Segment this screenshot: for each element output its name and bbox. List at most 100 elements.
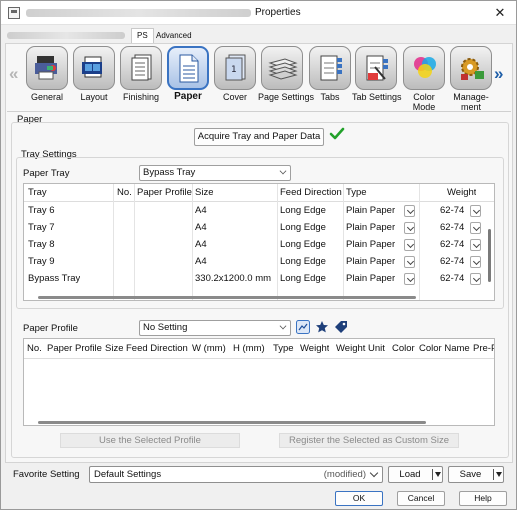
help-button[interactable]: Help — [459, 491, 507, 506]
column-header-color-name[interactable]: Color Name — [419, 341, 470, 357]
favorite-setting-select[interactable]: Default Settings (modified) — [89, 466, 383, 483]
cell-type[interactable]: Plain Paper — [346, 220, 395, 236]
paper-tray-value: Bypass Tray — [143, 167, 196, 178]
cell-tray[interactable]: Tray 9 — [28, 254, 55, 270]
column-header-feed-direction[interactable]: Feed Direction — [126, 341, 188, 357]
star-icon[interactable] — [315, 320, 329, 334]
cell-type[interactable]: Plain Paper — [346, 271, 395, 287]
type-dropdown-icon[interactable] — [404, 273, 415, 285]
paper-tray-label: Paper Tray — [23, 168, 70, 179]
scroll-left-icon[interactable]: « — [9, 64, 18, 84]
type-dropdown-icon[interactable] — [404, 222, 415, 234]
vertical-scrollbar[interactable] — [488, 229, 491, 282]
column-divider — [134, 184, 135, 300]
column-divider — [343, 184, 344, 300]
tab-advanced[interactable]: Advanced — [150, 28, 198, 43]
dropdown-triangle-icon[interactable] — [496, 472, 502, 477]
horizontal-scrollbar[interactable] — [38, 296, 416, 299]
cell-weight[interactable]: 62-74 — [440, 203, 464, 219]
scroll-right-icon[interactable]: » — [494, 64, 503, 84]
horizontal-scrollbar[interactable] — [38, 421, 426, 424]
redacted-tab[interactable] — [7, 32, 125, 39]
load-button[interactable]: Load — [388, 466, 443, 483]
column-header-no[interactable]: No. — [117, 185, 132, 201]
tabs-icon — [309, 46, 351, 90]
ok-button[interactable]: OK — [335, 491, 383, 506]
acquire-tray-paper-data-button[interactable]: Acquire Tray and Paper Data — [194, 128, 324, 146]
paper-profile-label: Paper Profile — [23, 323, 78, 334]
cell-weight[interactable]: 62-74 — [440, 220, 464, 236]
cell-feed-direction[interactable]: Long Edge — [280, 271, 326, 287]
cell-size[interactable]: A4 — [195, 237, 207, 253]
weight-dropdown-icon[interactable] — [470, 205, 481, 217]
cell-size[interactable]: 330.2x1200.0 mm — [195, 271, 271, 287]
category-general[interactable]: General — [23, 46, 71, 102]
chevron-down-icon — [279, 322, 287, 330]
column-header-color[interactable]: Color — [392, 341, 415, 357]
category-layout[interactable]: Layout — [70, 46, 118, 102]
cell-feed-direction[interactable]: Long Edge — [280, 203, 326, 219]
column-header-width[interactable]: W (mm) — [192, 341, 226, 357]
category-tab-settings[interactable]: Tab Settings — [352, 46, 402, 102]
cell-weight[interactable]: 62-74 — [440, 271, 464, 287]
cell-size[interactable]: A4 — [195, 220, 207, 236]
cell-tray[interactable]: Bypass Tray — [28, 271, 80, 287]
cell-type[interactable]: Plain Paper — [346, 203, 395, 219]
weight-dropdown-icon[interactable] — [470, 273, 481, 285]
type-dropdown-icon[interactable] — [404, 256, 415, 268]
tray-table[interactable]: Tray No. Paper Profile Size Feed Directi… — [23, 183, 495, 301]
category-page-settings[interactable]: Page Settings — [258, 46, 314, 102]
cell-feed-direction[interactable]: Long Edge — [280, 220, 326, 236]
type-dropdown-icon[interactable] — [404, 239, 415, 251]
cell-feed-direction[interactable]: Long Edge — [280, 254, 326, 270]
save-button-label: Save — [459, 469, 482, 480]
category-cover[interactable]: 1 Cover — [211, 46, 259, 102]
column-header-size[interactable]: Size — [105, 341, 123, 357]
paper-profile-select[interactable]: No Setting — [139, 320, 291, 336]
category-management[interactable]: Manage- ment — [447, 46, 495, 112]
paper-tray-select[interactable]: Bypass Tray — [139, 165, 291, 181]
category-color-mode[interactable]: Color Mode — [400, 46, 448, 112]
column-header-weight-unit[interactable]: Weight Unit — [336, 341, 385, 357]
column-header-weight[interactable]: Weight — [300, 341, 329, 357]
category-finishing[interactable]: Finishing — [117, 46, 165, 102]
close-icon[interactable]: ✕ — [492, 5, 508, 21]
column-header-pre-p[interactable]: Pre-P — [473, 341, 494, 357]
weight-dropdown-icon[interactable] — [470, 222, 481, 234]
register-custom-size-button[interactable]: Register the Selected as Custom Size — [279, 433, 459, 448]
tag-icon[interactable] — [334, 320, 348, 334]
category-paper[interactable]: Paper — [164, 46, 212, 102]
column-header-no[interactable]: No. — [27, 341, 42, 357]
weight-dropdown-icon[interactable] — [470, 239, 481, 251]
edit-profile-icon[interactable] — [296, 320, 310, 334]
cell-weight[interactable]: 62-74 — [440, 237, 464, 253]
cell-tray[interactable]: Tray 6 — [28, 203, 55, 219]
cell-size[interactable]: A4 — [195, 203, 207, 219]
category-tabs[interactable]: Tabs — [306, 46, 354, 102]
cell-type[interactable]: Plain Paper — [346, 237, 395, 253]
column-header-height[interactable]: H (mm) — [233, 341, 265, 357]
cell-feed-direction[interactable]: Long Edge — [280, 237, 326, 253]
column-divider — [419, 184, 420, 300]
save-button[interactable]: Save — [448, 466, 504, 483]
cell-size[interactable]: A4 — [195, 254, 207, 270]
column-header-type[interactable]: Type — [346, 185, 367, 201]
cell-tray[interactable]: Tray 8 — [28, 237, 55, 253]
column-header-type[interactable]: Type — [273, 341, 294, 357]
type-dropdown-icon[interactable] — [404, 205, 415, 217]
column-header-tray[interactable]: Tray — [28, 185, 47, 201]
paper-profile-table[interactable]: No. Paper Profile Size Feed Direction W … — [23, 338, 495, 426]
column-header-paper-profile[interactable]: Paper Profile — [47, 341, 102, 357]
column-header-paper-profile[interactable]: Paper Profile — [137, 185, 192, 201]
cancel-button[interactable]: Cancel — [397, 491, 445, 506]
cell-tray[interactable]: Tray 7 — [28, 220, 55, 236]
dropdown-triangle-icon[interactable] — [435, 472, 441, 477]
column-header-feed-direction[interactable]: Feed Direction — [280, 185, 342, 201]
cell-weight[interactable]: 62-74 — [440, 254, 464, 270]
weight-dropdown-icon[interactable] — [470, 256, 481, 268]
column-header-weight[interactable]: Weight — [447, 185, 476, 201]
chevron-down-icon — [279, 167, 287, 175]
use-selected-profile-button[interactable]: Use the Selected Profile — [60, 433, 240, 448]
column-header-size[interactable]: Size — [195, 185, 213, 201]
cell-type[interactable]: Plain Paper — [346, 254, 395, 270]
